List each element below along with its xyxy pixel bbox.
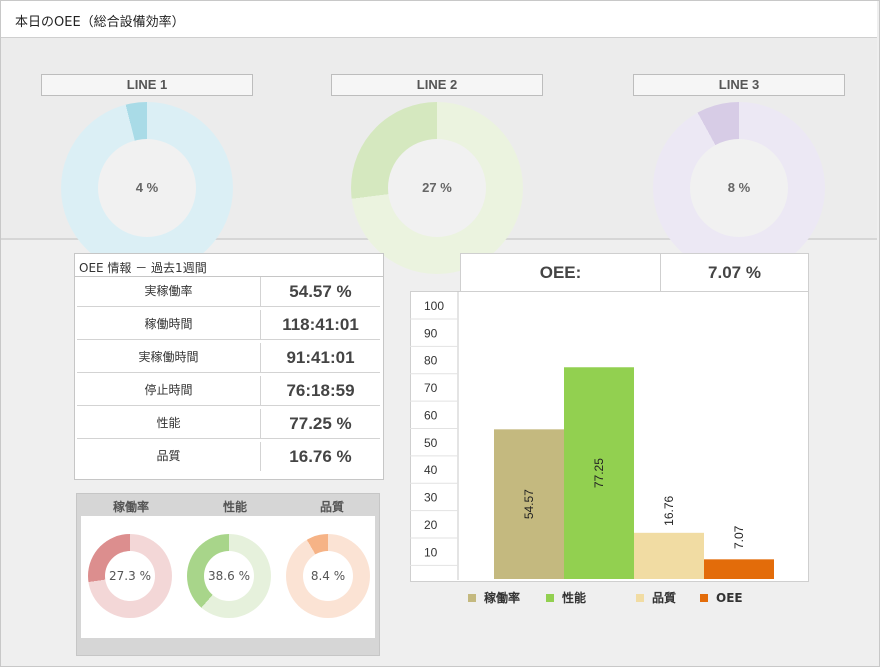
mini-label-availability: 稼働率 xyxy=(113,500,150,514)
performance-donut-chart: 38.6 % xyxy=(187,534,271,618)
title-bar: 本日のOEE（総合設備効率） xyxy=(1,1,877,38)
y-tick-label: 70 xyxy=(424,381,438,395)
row-value: 16.76 % xyxy=(289,447,352,466)
bar-value-label: 54.57 xyxy=(522,489,536,519)
y-tick-label: 10 xyxy=(424,545,438,559)
legend-item: OEE xyxy=(700,589,743,607)
row-label: 品質 xyxy=(77,442,261,471)
mini-label-performance: 性能 xyxy=(223,500,248,514)
row-label: 性能 xyxy=(77,409,261,438)
table-row: 品質 16.76 % xyxy=(77,442,380,471)
quality-donut-chart: 8.4 % xyxy=(286,534,370,618)
legend-item: 性能 xyxy=(546,589,586,607)
line-2-label: LINE 2 xyxy=(331,74,543,96)
availability-donut-chart: 27.3 % xyxy=(88,534,172,618)
mini-donut-panel: 稼働率 性能 品質 27.3 % 38.6 % 8.4 % xyxy=(76,493,380,656)
row-label: 稼働時間 xyxy=(77,310,261,339)
line-3-percent: 8 % xyxy=(727,180,751,195)
table-row: 稼働時間 118:41:01 xyxy=(77,310,380,340)
oee-bar-chart: 10 20 30 40 50 60 70 80 90 100 54.57 77.25 16.76 7.07 xyxy=(410,291,774,580)
legend-label: 稼働率 xyxy=(484,591,521,605)
legend-swatch xyxy=(700,593,708,602)
chart-legend: 稼働率 性能 品質 OEE xyxy=(468,589,788,607)
bar-4 xyxy=(704,559,774,579)
line-1-label: LINE 1 xyxy=(41,74,253,96)
bar-value-label: 77.25 xyxy=(592,458,606,488)
legend-swatch xyxy=(546,593,554,602)
legend-label: 品質 xyxy=(652,591,677,605)
oee-summary-value: 7.07 % xyxy=(708,263,761,282)
legend-label: OEE xyxy=(716,591,743,605)
legend-swatch xyxy=(636,593,644,602)
performance-percent: 38.6 % xyxy=(208,569,250,583)
row-label: 停止時間 xyxy=(77,376,261,405)
table-row: 実稼働率 54.57 % xyxy=(77,277,380,307)
y-tick-label: 30 xyxy=(424,491,438,505)
table-row: 停止時間 76:18:59 xyxy=(77,376,380,406)
y-tick-label: 50 xyxy=(424,436,438,450)
row-label: 実稼働率 xyxy=(77,277,261,306)
row-value: 77.25 % xyxy=(289,414,352,433)
mini-label-quality: 品質 xyxy=(320,500,345,514)
y-tick-label: 100 xyxy=(424,299,444,313)
y-tick-label: 80 xyxy=(424,354,438,368)
line-3-donut-chart: 8 % xyxy=(653,102,825,274)
line-1-donut-chart: 4 % xyxy=(61,102,233,274)
page-title: 本日のOEE（総合設備効率） xyxy=(15,15,185,30)
table-row: 性能 77.25 % xyxy=(77,409,380,439)
legend-item: 品質 xyxy=(636,589,676,607)
bar-value-label: 7.07 xyxy=(732,525,746,549)
oee-info-table: OEE 情報 － 過去1週間 実稼働率 54.57 % 稼働時間 118:41:… xyxy=(74,253,384,480)
line-2-donut-chart: 27 % xyxy=(351,102,523,274)
y-tick-label: 40 xyxy=(424,463,438,477)
legend-item: 稼働率 xyxy=(468,589,520,607)
y-tick-label: 90 xyxy=(424,326,438,340)
legend-label: 性能 xyxy=(562,591,587,605)
oee-summary: OEE: 7.07 % xyxy=(460,253,809,293)
availability-percent: 27.3 % xyxy=(109,569,151,583)
line-1-percent: 4 % xyxy=(135,180,159,195)
table-caption: OEE 情報 － 過去1週間 xyxy=(79,261,207,275)
line-oee-section: LINE 1 LINE 2 LINE 3 4 % 27 % 8 % xyxy=(1,38,877,274)
row-value: 118:41:01 xyxy=(282,315,359,334)
line-2-percent: 27 % xyxy=(422,180,452,195)
line-3-label: LINE 3 xyxy=(633,74,845,96)
row-value: 54.57 % xyxy=(289,282,352,301)
y-tick-label: 60 xyxy=(424,408,438,422)
legend-swatch xyxy=(468,593,476,602)
bar-3 xyxy=(634,532,704,579)
table-row: 実稼働時間 91:41:01 xyxy=(77,343,380,373)
row-label: 実稼働時間 xyxy=(77,343,261,372)
quality-percent: 8.4 % xyxy=(310,569,346,583)
oee-summary-label: OEE: xyxy=(461,254,661,292)
row-value: 91:41:01 xyxy=(286,348,355,367)
bar-value-label: 16.76 xyxy=(662,495,676,525)
y-tick-label: 20 xyxy=(424,518,438,532)
row-value: 76:18:59 xyxy=(286,381,355,400)
